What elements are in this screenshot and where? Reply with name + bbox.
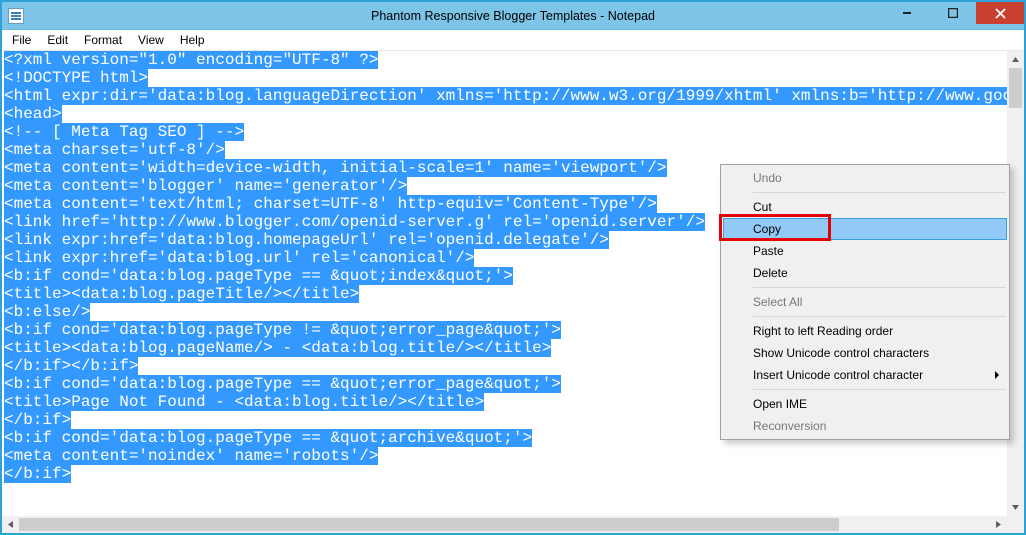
ctx-insert-unicode[interactable]: Insert Unicode control character <box>723 364 1007 386</box>
chevron-right-icon <box>995 371 999 379</box>
notepad-icon <box>8 8 24 24</box>
scroll-down-arrow-icon[interactable] <box>1007 499 1024 516</box>
horizontal-scrollbar[interactable] <box>2 516 1007 533</box>
code-line: <meta content='noindex' name='robots'/> <box>4 447 1005 465</box>
ctx-separator <box>753 389 1006 390</box>
code-line: <!DOCTYPE html> <box>4 69 1005 87</box>
ctx-insert-unicode-label: Insert Unicode control character <box>753 368 923 382</box>
code-line: <?xml version="1.0" encoding="UTF-8" ?> <box>4 51 1005 69</box>
ctx-open-ime[interactable]: Open IME <box>723 393 1007 415</box>
horizontal-scroll-thumb[interactable] <box>19 518 839 531</box>
context-menu: Undo Cut Copy Paste Delete Select All Ri… <box>720 164 1010 440</box>
ctx-select-all: Select All <box>723 291 1007 313</box>
vertical-scroll-thumb[interactable] <box>1009 68 1022 108</box>
ctx-rtl[interactable]: Right to left Reading order <box>723 320 1007 342</box>
ctx-paste[interactable]: Paste <box>723 240 1007 262</box>
ctx-separator <box>753 192 1006 193</box>
scroll-corner <box>1007 516 1024 533</box>
ctx-show-unicode[interactable]: Show Unicode control characters <box>723 342 1007 364</box>
window-controls <box>884 2 1024 24</box>
ctx-separator <box>753 316 1006 317</box>
minimize-button[interactable] <box>884 2 930 24</box>
code-line: </b:if> <box>4 465 1005 483</box>
code-line: <meta charset='utf-8'/> <box>4 141 1005 159</box>
ctx-reconversion: Reconversion <box>723 415 1007 437</box>
ctx-copy[interactable]: Copy <box>723 218 1007 240</box>
scroll-left-arrow-icon[interactable] <box>2 516 19 533</box>
menu-file[interactable]: File <box>4 31 39 49</box>
close-button[interactable] <box>976 2 1024 24</box>
ctx-cut[interactable]: Cut <box>723 196 1007 218</box>
maximize-button[interactable] <box>930 2 976 24</box>
ctx-separator <box>753 287 1006 288</box>
scroll-right-arrow-icon[interactable] <box>990 516 1007 533</box>
ctx-undo: Undo <box>723 167 1007 189</box>
code-line: <html expr:dir='data:blog.languageDirect… <box>4 87 1005 105</box>
scroll-up-arrow-icon[interactable] <box>1007 51 1024 68</box>
code-line: <head> <box>4 105 1005 123</box>
window-title: Phantom Responsive Blogger Templates - N… <box>2 9 1024 23</box>
titlebar: Phantom Responsive Blogger Templates - N… <box>2 2 1024 30</box>
menu-view[interactable]: View <box>130 31 172 49</box>
menu-help[interactable]: Help <box>172 31 213 49</box>
menu-format[interactable]: Format <box>76 31 130 49</box>
ctx-delete[interactable]: Delete <box>723 262 1007 284</box>
code-line: <!-- [ Meta Tag SEO ] --> <box>4 123 1005 141</box>
menubar: File Edit Format View Help <box>2 30 1024 51</box>
menu-edit[interactable]: Edit <box>39 31 76 49</box>
